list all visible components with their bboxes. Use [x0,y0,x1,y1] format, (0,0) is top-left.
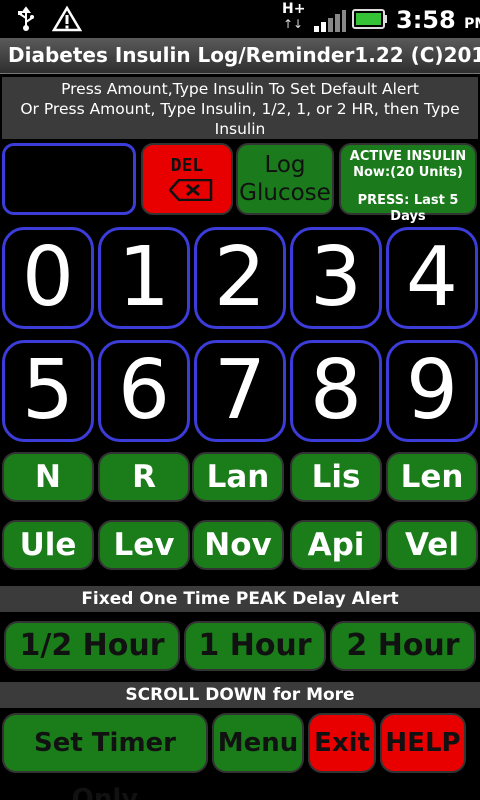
signal-icon [314,10,346,32]
menu-button[interactable]: Menu [212,713,304,773]
digit-5-button[interactable]: 5 [2,340,94,442]
clock: 3:58 PM [396,6,480,34]
warning-icon [52,6,82,32]
digit-1-button[interactable]: 1 [98,227,190,329]
insulin-lis-button[interactable]: Lis [290,452,382,502]
data-arrows-icon: ↑↓ [283,17,304,31]
insulin-ule-button[interactable]: Ule [2,520,94,570]
digit-8-button[interactable]: 8 [290,340,382,442]
insulin-api-button[interactable]: Api [290,520,382,570]
log-glucose-button[interactable]: Log Glucose [236,143,334,215]
instructions-panel: Press Amount,Type Insulin To Set Default… [2,77,478,139]
instruction-line: Or Press Amount, Type Insulin, 1/2, 1, o… [20,100,460,118]
peak-delay-header: Fixed One Time PEAK Delay Alert [0,586,480,612]
digit-7-button[interactable]: 7 [194,340,286,442]
insulin-lev-button[interactable]: Lev [98,520,190,570]
digit-6-button[interactable]: 6 [98,340,190,442]
delete-button[interactable]: DEL [141,143,233,215]
app-title: Diabetes Insulin Log/Reminder1.22 (C)201… [8,43,480,67]
exit-button[interactable]: Exit [308,713,376,773]
half-hour-button[interactable]: 1/2 Hour [4,621,180,671]
instruction-line: Press Amount,Type Insulin To Set Default… [61,80,419,98]
two-hour-button[interactable]: 2 Hour [330,621,476,671]
digit-0-button[interactable]: 0 [2,227,94,329]
insulin-nov-button[interactable]: Nov [192,520,284,570]
delete-label: DEL [170,155,204,176]
insulin-vel-button[interactable]: Vel [386,520,478,570]
digit-3-button[interactable]: 3 [290,227,382,329]
active-insulin-now: Now:(20 Units) [353,165,463,180]
log-glucose-line1: Log [264,152,306,178]
one-hour-button[interactable]: 1 Hour [184,621,326,671]
scroll-hint: SCROLL DOWN for More [0,682,480,708]
active-insulin-title: ACTIVE INSULIN [349,149,467,164]
insulin-len-button[interactable]: Len [386,452,478,502]
title-bar: Diabetes Insulin Log/Reminder1.22 (C)201… [0,38,480,74]
insulin-n-button[interactable]: N [2,452,94,502]
battery-icon [352,9,387,29]
status-bar: H+ ↑↓ 3:58 PM [0,0,480,38]
usb-icon [18,6,34,31]
insulin-r-button[interactable]: R [98,452,190,502]
help-button[interactable]: HELP [380,713,466,773]
network-type: H+ [282,1,306,17]
log-glucose-line2: Glucose [239,180,331,206]
insulin-lan-button[interactable]: Lan [192,452,284,502]
digit-4-button[interactable]: 4 [386,227,478,329]
digit-9-button[interactable]: 9 [386,340,478,442]
active-insulin-press: PRESS: Last 5 Days [357,193,459,224]
backspace-icon [169,179,213,201]
digit-2-button[interactable]: 2 [194,227,286,329]
set-timer-only-button[interactable]: Set Timer Only [2,713,208,800]
amount-display[interactable] [2,143,136,215]
instruction-line: Insulin [214,120,266,138]
active-insulin-button[interactable]: ACTIVE INSULIN Now:(20 Units) PRESS: Las… [339,143,477,224]
